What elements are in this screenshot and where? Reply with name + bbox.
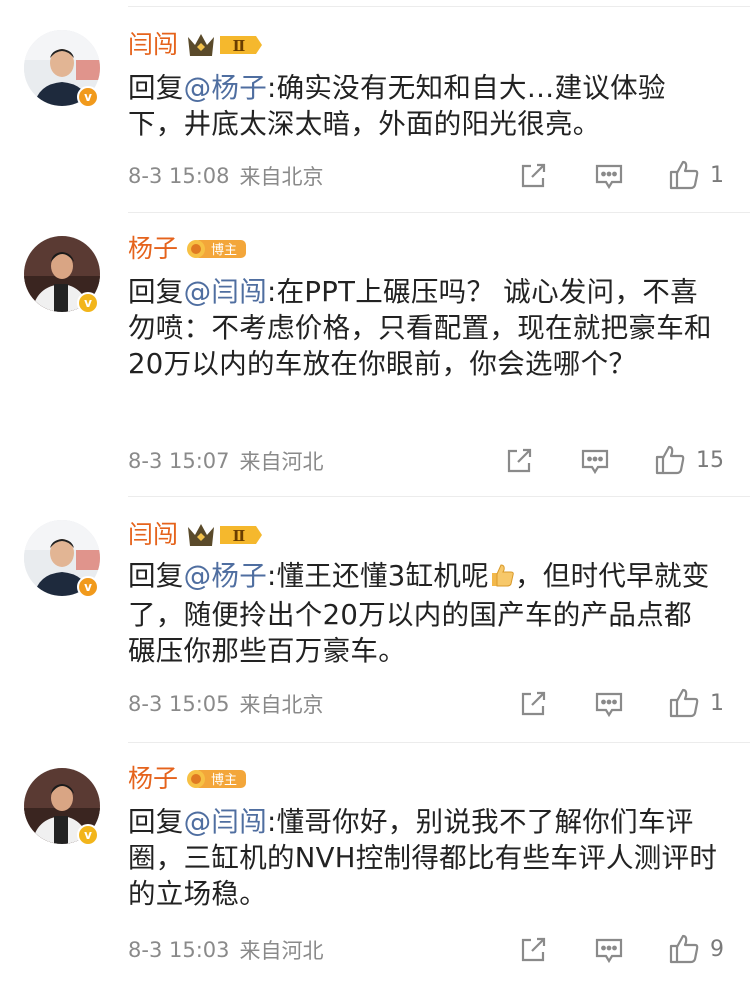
mention-link[interactable]: @闫闯: [184, 806, 267, 838]
mention-link[interactable]: @杨子: [184, 72, 267, 104]
like-button[interactable]: 9: [668, 933, 724, 965]
reply-button[interactable]: [594, 160, 624, 192]
member-crown-badge: Ⅱ: [186, 520, 264, 550]
comment-item: v 闫闯 Ⅱ 回复@杨子:确实没有无知和自大…建议体验下，井底太深太暗，外面的阳…: [0, 0, 750, 212]
comment-icon: [595, 692, 623, 718]
share-button[interactable]: [518, 934, 548, 966]
comment-item: v 闫闯 Ⅱ 回复@杨子:懂王还懂3缸机呢 ，但时代早就变了，随便拎出个20万以内…: [0, 496, 750, 742]
comment-time: 8-3 15:03: [128, 938, 230, 962]
share-button[interactable]: [504, 445, 534, 477]
share-button[interactable]: [518, 160, 548, 192]
username[interactable]: 杨子: [128, 234, 178, 264]
like-button[interactable]: 15: [654, 444, 724, 476]
comment-icon: [581, 449, 609, 475]
like-count: 15: [696, 447, 724, 473]
like-icon: [669, 688, 699, 718]
comment-location: 来自河北: [239, 939, 324, 963]
blogger-badge: 博主: [186, 767, 248, 791]
verified-badge-icon: v: [77, 576, 99, 598]
member-level-label: Ⅱ: [233, 37, 246, 55]
comment-time: 8-3 15:07: [128, 449, 230, 473]
comment-text: 回复@杨子:确实没有无知和自大…建议体验下，井底太深太暗，外面的阳光很亮。: [128, 72, 666, 140]
blogger-badge-label: 博主: [211, 243, 237, 258]
username[interactable]: 闫闯: [128, 30, 178, 60]
like-icon: [655, 445, 685, 475]
verified-badge-icon: v: [77, 86, 99, 108]
like-count: 1: [710, 162, 724, 188]
share-icon: [507, 448, 532, 473]
like-count: 1: [710, 690, 724, 716]
comment-time: 8-3 15:08: [128, 164, 230, 188]
member-level-label: Ⅱ: [233, 527, 246, 545]
comment-location: 来自北京: [239, 693, 324, 717]
verified-badge-icon: v: [77, 824, 99, 846]
comment-location: 来自北京: [239, 165, 324, 189]
share-button[interactable]: [518, 688, 548, 720]
like-count: 9: [710, 936, 724, 962]
comment-icon: [595, 938, 623, 964]
comment-text: 回复@闫闯:在PPT上碾压吗？ 诚心发问，不喜勿喷：不考虑价格，只看配置，现在就…: [128, 276, 712, 380]
like-icon: [669, 160, 699, 190]
comment-location: 来自河北: [239, 450, 324, 474]
verified-badge-icon: v: [77, 292, 99, 314]
comment-item: v 杨子 博主 回复@闫闯:懂哥你好，别说我不了解你们车评圈，三缸机的NVH控制…: [0, 742, 750, 989]
like-icon: [669, 934, 699, 964]
username[interactable]: 杨子: [128, 764, 178, 794]
reply-button[interactable]: [594, 688, 624, 720]
comment-text: 回复@杨子:懂王还懂3缸机呢 ，但时代早就变了，随便拎出个20万以内的国产车的产品…: [128, 560, 710, 667]
member-crown-badge: Ⅱ: [186, 30, 264, 60]
comment-text: 回复@闫闯:懂哥你好，别说我不了解你们车评圈，三缸机的NVH控制得都比有些车评人…: [128, 806, 718, 910]
mention-link[interactable]: @杨子: [184, 560, 267, 592]
like-button[interactable]: 1: [668, 159, 724, 191]
username[interactable]: 闫闯: [128, 520, 178, 550]
share-icon: [521, 691, 546, 716]
thumbs-up-emoji-icon: [489, 561, 515, 597]
blogger-badge-label: 博主: [211, 773, 237, 788]
blogger-badge: 博主: [186, 237, 248, 261]
share-icon: [521, 163, 546, 188]
comment-time: 8-3 15:05: [128, 692, 230, 716]
reply-button[interactable]: [580, 445, 610, 477]
comment-item: v 杨子 博主 回复@闫闯:在PPT上碾压吗？ 诚心发问，不喜勿喷：不考虑价格，…: [0, 212, 750, 496]
reply-button[interactable]: [594, 934, 624, 966]
mention-link[interactable]: @闫闯: [184, 276, 267, 308]
comment-icon: [595, 164, 623, 190]
share-icon: [521, 937, 546, 962]
like-button[interactable]: 1: [668, 687, 724, 719]
